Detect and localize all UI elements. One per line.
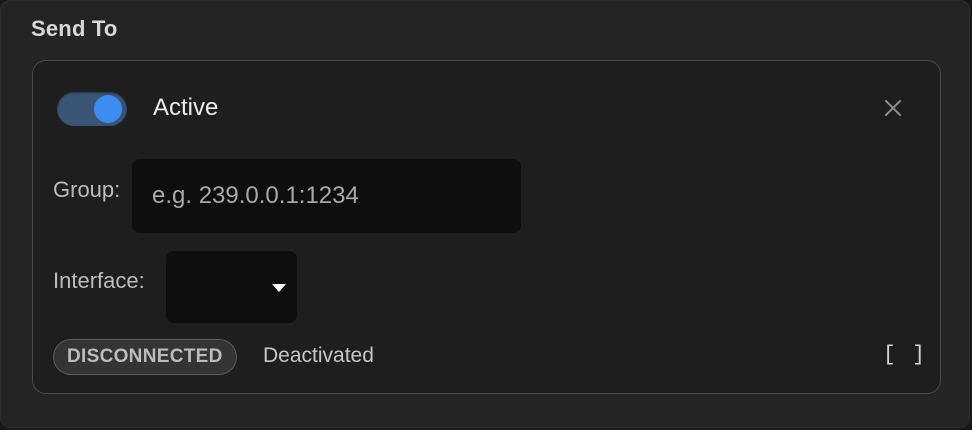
interface-select[interactable] bbox=[166, 251, 297, 323]
section-title: Send To bbox=[31, 16, 118, 41]
chevron-down-icon bbox=[272, 284, 286, 292]
group-input[interactable] bbox=[132, 159, 521, 233]
send-to-card: Active Group: Interface: DISCONNECTED De… bbox=[32, 60, 941, 394]
status-badge: DISCONNECTED bbox=[53, 339, 237, 375]
interface-label: Interface: bbox=[53, 268, 145, 293]
brackets-text: [ ] bbox=[883, 344, 927, 367]
send-to-panel: Send To Active Group: Interface: DISCONN… bbox=[0, 0, 970, 428]
group-label: Group: bbox=[53, 177, 121, 202]
close-icon[interactable] bbox=[883, 98, 903, 118]
active-toggle[interactable] bbox=[57, 92, 127, 126]
status-text: Deactivated bbox=[263, 344, 374, 367]
toggle-label: Active bbox=[153, 94, 219, 121]
toggle-knob bbox=[94, 95, 122, 123]
